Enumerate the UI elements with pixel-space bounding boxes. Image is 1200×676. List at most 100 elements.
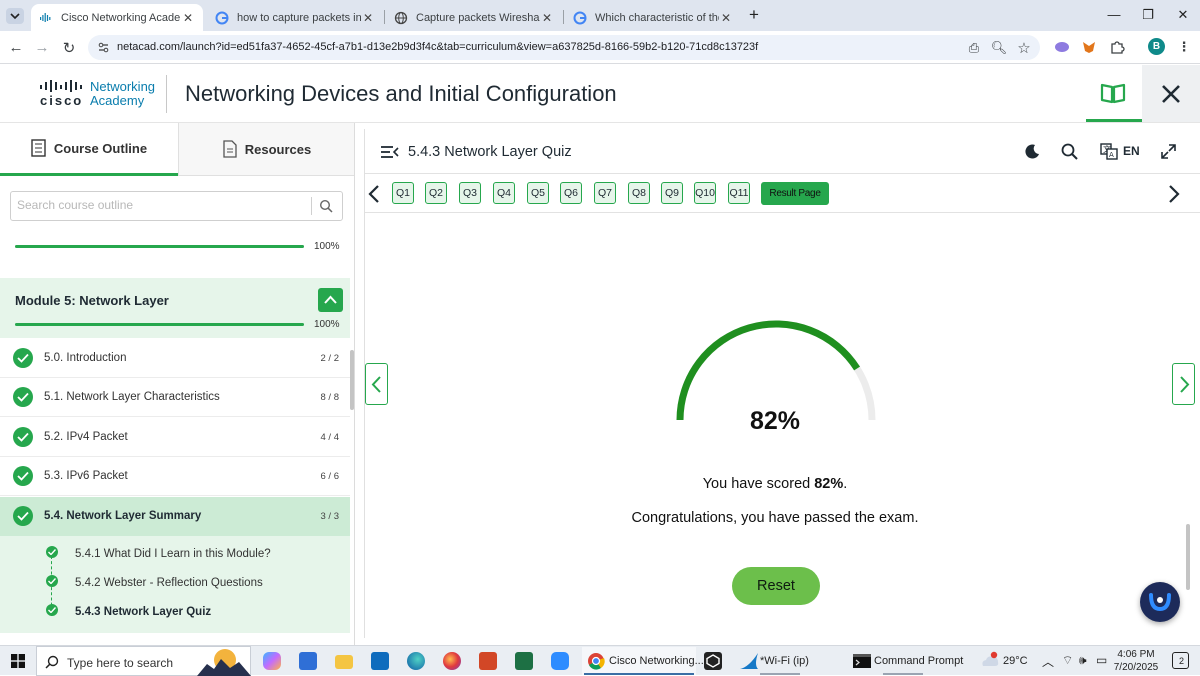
new-tab-button[interactable]: + (744, 5, 764, 25)
close-tab-icon[interactable]: ✕ (361, 11, 375, 25)
result-page-button[interactable]: Result Page (761, 182, 829, 205)
extension-copilot-icon[interactable] (1053, 39, 1071, 58)
wifi-icon[interactable]: ⌔ (1062, 653, 1073, 668)
question-button-q11[interactable]: Q11 (728, 182, 750, 204)
clock-date[interactable]: 7/20/2025 (1112, 662, 1160, 673)
close-course-button[interactable] (1142, 65, 1200, 122)
taskbar-chrome-button[interactable]: Cisco Networking... (582, 647, 704, 675)
subsection-item[interactable]: 5.4.2 Webster - Reflection Questions (0, 567, 350, 596)
battery-icon[interactable]: ▭ (1096, 653, 1107, 667)
section-item[interactable]: 5.1. Network Layer Characteristics 8 / 8 (0, 378, 350, 417)
reload-icon[interactable]: ↻ (60, 39, 78, 57)
search-input[interactable] (17, 198, 307, 212)
dark-mode-moon-icon[interactable] (1025, 144, 1040, 159)
question-button-q3[interactable]: Q3 (459, 182, 481, 204)
section-item[interactable]: 5.0. Introduction 2 / 2 (0, 339, 350, 378)
content-scrollbar[interactable] (1186, 524, 1190, 590)
zoom-icon[interactable]: 🔍︎ (990, 40, 1008, 56)
extension-metamask-icon[interactable] (1080, 39, 1098, 58)
url-text: netacad.com/launch?id=ed51fa37-4652-45cf… (117, 41, 759, 53)
subsection-item-current[interactable]: 5.4.3 Network Layer Quiz (0, 596, 350, 625)
tab-separator (384, 10, 385, 24)
weather-temperature[interactable]: 29°C (1003, 655, 1028, 667)
close-tab-icon[interactable]: ✕ (540, 11, 554, 25)
weather-icon[interactable] (980, 651, 1000, 669)
tab-course-outline[interactable]: Course Outline (0, 123, 178, 176)
search-icon[interactable] (319, 199, 333, 213)
minimize-window-icon[interactable]: — (1104, 7, 1124, 22)
question-button-q4[interactable]: Q4 (493, 182, 515, 204)
question-button-q7[interactable]: Q7 (594, 182, 616, 204)
powerpoint-icon[interactable] (479, 652, 497, 670)
install-app-icon[interactable]: ⎙ (965, 40, 983, 56)
volume-icon[interactable]: 🕪︎ (1079, 653, 1087, 668)
chevron-left-icon[interactable] (368, 185, 380, 203)
tab-search-button[interactable] (6, 8, 24, 24)
previous-page-button[interactable] (365, 363, 388, 405)
tab-title: how to capture packets in wire (237, 11, 361, 24)
sidebar-scrollbar[interactable] (350, 350, 354, 410)
chat-assistant-button[interactable] (1140, 582, 1180, 622)
section-label: 5.3. IPv6 Packet (44, 470, 128, 482)
translate-icon[interactable]: 文 A (1100, 143, 1118, 160)
browser-tab[interactable]: Capture packets Wireshark ✕ (386, 4, 562, 31)
course-outline-sidebar: Course Outline Resources 100% Module 5: … (0, 123, 355, 645)
profile-avatar[interactable]: B (1148, 38, 1165, 55)
completed-check-icon (13, 466, 33, 486)
module-header[interactable]: Module 5: Network Layer 100% (0, 278, 350, 338)
restore-window-icon[interactable]: ❐ (1138, 7, 1158, 23)
zoom-app-icon[interactable] (551, 652, 569, 670)
site-settings-icon[interactable] (97, 41, 110, 54)
chevron-right-icon[interactable] (1168, 185, 1180, 203)
taskbar-search[interactable]: Type here to search (36, 646, 251, 676)
course-book-button[interactable] (1086, 65, 1142, 122)
menu-collapse-icon[interactable] (381, 145, 399, 159)
firefox-icon[interactable] (443, 652, 461, 670)
packet-tracer-icon[interactable] (704, 652, 722, 670)
copilot-app-icon[interactable] (263, 652, 281, 670)
microsoft-store-icon[interactable] (299, 652, 317, 670)
taskbar-wireshark-button[interactable]: *Wi-Fi (ip) (735, 647, 835, 675)
section-item-active[interactable]: 5.4. Network Layer Summary 3 / 3 (0, 497, 350, 536)
close-tab-icon[interactable]: ✕ (719, 11, 733, 25)
browser-menu-icon[interactable]: ⋮ (1175, 39, 1193, 55)
question-button-q1[interactable]: Q1 (392, 182, 414, 204)
cisco-logo-text: cisco (40, 93, 84, 108)
question-button-q2[interactable]: Q2 (425, 182, 447, 204)
collapse-module-button[interactable] (318, 288, 343, 312)
language-selector[interactable]: EN (1123, 144, 1140, 158)
section-item[interactable]: 5.2. IPv4 Packet 4 / 4 (0, 418, 350, 457)
back-arrow-icon[interactable]: ← (7, 39, 25, 56)
question-button-q6[interactable]: Q6 (560, 182, 582, 204)
question-button-q10[interactable]: Q10 (694, 182, 716, 204)
edge-icon[interactable] (407, 652, 425, 670)
close-window-icon[interactable]: ✕ (1173, 7, 1193, 23)
question-button-q5[interactable]: Q5 (527, 182, 549, 204)
windows-start-icon[interactable] (11, 654, 25, 668)
bookmark-star-icon[interactable]: ☆ (1015, 39, 1033, 57)
subsection-item[interactable]: 5.4.1 What Did I Learn in this Module? (0, 538, 350, 567)
file-explorer-icon[interactable] (335, 655, 353, 669)
section-item[interactable]: 5.3. IPv6 Packet 6 / 6 (0, 457, 350, 496)
next-page-button[interactable] (1172, 363, 1195, 405)
browser-tab[interactable]: how to capture packets in wire ✕ (207, 4, 383, 31)
fullscreen-expand-icon[interactable] (1161, 144, 1176, 159)
reset-button[interactable]: Reset (732, 567, 820, 605)
notification-center-button[interactable]: 2 (1172, 652, 1189, 669)
question-button-q8[interactable]: Q8 (628, 182, 650, 204)
extensions-puzzle-icon[interactable] (1108, 39, 1126, 58)
taskbar-search-text: Type here to search (67, 656, 174, 670)
outlook-icon[interactable] (371, 652, 389, 670)
close-tab-icon[interactable]: ✕ (181, 11, 195, 25)
clock-time[interactable]: 4:06 PM (1116, 649, 1156, 660)
search-icon[interactable] (1061, 143, 1078, 160)
tab-resources[interactable]: Resources (178, 123, 354, 176)
taskbar-cmd-button[interactable]: Command Prompt (848, 647, 963, 675)
question-button-q9[interactable]: Q9 (661, 182, 683, 204)
address-bar[interactable]: netacad.com/launch?id=ed51fa37-4652-45cf… (88, 35, 1040, 60)
tray-chevron-up-icon[interactable]: ︿ (1042, 653, 1054, 670)
excel-icon[interactable] (515, 652, 533, 670)
forward-arrow-icon[interactable]: → (33, 39, 51, 56)
browser-tab[interactable]: Cisco Networking Academy: Ne ✕ (31, 4, 203, 31)
browser-tab[interactable]: Which characteristic of the netw ✕ (565, 4, 741, 31)
